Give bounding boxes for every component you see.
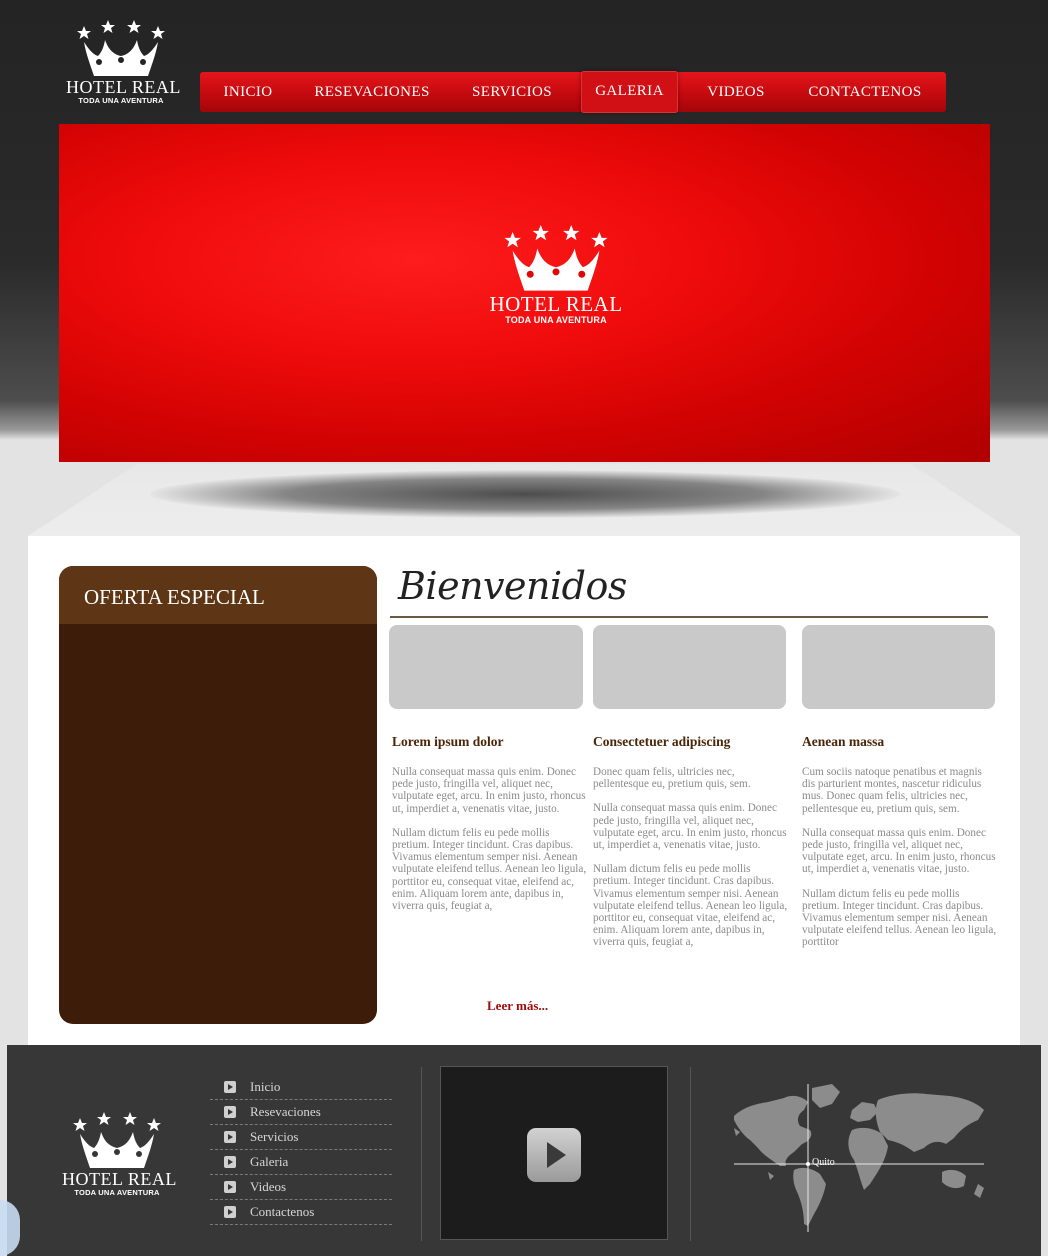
column-title-3: Aenean massa <box>802 734 885 749</box>
footer-brand-tagline: TODA UNA AVENTURA <box>74 1188 160 1197</box>
play-bullet-icon <box>224 1131 236 1143</box>
play-bullet-icon <box>224 1206 236 1218</box>
hero-shadow <box>150 470 900 518</box>
footer-link-contactenos[interactable]: Contactenos <box>210 1200 392 1225</box>
column-title-2: Consectetuer adipiscing <box>593 734 731 749</box>
hero-brand-tagline: TODA UNA AVENTURA <box>505 315 607 325</box>
footer-link-servicios[interactable]: Servicios <box>210 1125 392 1150</box>
welcome-divider <box>390 616 988 618</box>
column-title-1: Lorem ipsum dolor <box>392 734 504 749</box>
footer-brand-name: HOTEL REAL <box>62 1169 177 1189</box>
column-image-1[interactable] <box>389 625 583 709</box>
main-nav: INICIO RESEVACIONES SERVICIOS GALERIA VI… <box>200 71 946 113</box>
crown-icon <box>73 1112 161 1168</box>
footer-link-label: Galeria <box>250 1154 289 1169</box>
play-bullet-icon <box>224 1156 236 1168</box>
footer-divider <box>690 1067 691 1241</box>
crown-icon <box>77 20 165 76</box>
nav-item-servicios[interactable]: SERVICIOS <box>464 72 560 112</box>
footer-link-resevaciones[interactable]: Resevaciones <box>210 1100 392 1125</box>
column-3-paragraph-3: Nullam dictum felis eu pede mollis preti… <box>802 887 997 949</box>
footer-link-label: Inicio <box>250 1079 281 1094</box>
play-bullet-icon <box>224 1106 236 1118</box>
hero-logo: HOTEL REAL TODA UNA AVENTURA <box>482 225 630 325</box>
column-image-3[interactable] <box>802 625 995 709</box>
nav-item-inicio[interactable]: INICIO <box>214 72 282 112</box>
column-2-paragraph-2: Nulla consequat massa quis enim. Donec p… <box>593 802 787 852</box>
footer-link-inicio[interactable]: Inicio <box>210 1075 392 1100</box>
column-1-paragraph-1: Nulla consequat massa quis enim. Donec p… <box>392 766 586 815</box>
footer-divider <box>421 1067 422 1241</box>
header-logo[interactable]: HOTEL REAL TODA UNA AVENTURA <box>66 20 181 105</box>
nav-item-galeria[interactable]: GALERIA <box>581 71 678 113</box>
special-offer-title: OFERTA ESPECIAL <box>59 566 377 624</box>
footer-logo[interactable]: HOTEL REAL TODA UNA AVENTURA <box>62 1112 177 1197</box>
page: HOTEL REAL TODA UNA AVENTURA INICIO RESE… <box>0 0 1048 1256</box>
footer-link-label: Servicios <box>250 1129 299 1144</box>
play-icon[interactable] <box>527 1128 581 1182</box>
column-3-paragraph-2: Nulla consequat massa quis enim. Donec p… <box>802 826 996 876</box>
footer-link-videos[interactable]: Videos <box>210 1175 392 1200</box>
map-location-label: Quito <box>812 1157 835 1168</box>
column-text-1: Nulla consequat massa quis enim. Donec p… <box>392 766 587 924</box>
brand-name: HOTEL REAL <box>66 77 181 97</box>
column-2-paragraph-1: Donec quam felis, ultricies nec, pellent… <box>593 766 751 791</box>
footer-link-label: Contactenos <box>250 1204 315 1219</box>
column-image-2[interactable] <box>593 625 786 709</box>
column-2-paragraph-3: Nullam dictum felis eu pede mollis preti… <box>593 863 788 949</box>
read-more-link[interactable]: Leer más... <box>487 998 548 1014</box>
crown-icon <box>504 225 608 291</box>
column-text-2: Donec quam felis, ultricies nec, pellent… <box>593 766 788 961</box>
column-text-3: Cum sociis natoque penatibus et magnis d… <box>802 766 997 961</box>
footer-nav: Inicio Resevaciones Servicios Galeria Vi… <box>210 1075 392 1225</box>
welcome-title: Bienvenidos <box>398 564 627 608</box>
special-offer-box[interactable]: OFERTA ESPECIAL <box>59 566 377 1024</box>
play-bullet-icon <box>224 1081 236 1093</box>
footer-link-galeria[interactable]: Galeria <box>210 1150 392 1175</box>
nav-item-resevaciones[interactable]: RESEVACIONES <box>310 72 434 112</box>
hero-brand-name: HOTEL REAL <box>489 292 623 316</box>
brand-tagline: TODA UNA AVENTURA <box>78 96 164 105</box>
footer-link-label: Videos <box>250 1179 287 1194</box>
nav-item-contactenos[interactable]: CONTACTENOS <box>800 72 930 112</box>
column-1-paragraph-2: Nullam dictum felis eu pede mollis preti… <box>392 826 587 913</box>
nav-item-videos[interactable]: VIDEOS <box>697 72 775 112</box>
world-map-icon[interactable] <box>728 1080 990 1234</box>
footer-link-label: Resevaciones <box>250 1104 321 1119</box>
play-bullet-icon <box>224 1181 236 1193</box>
column-3-paragraph-1: Cum sociis natoque penatibus et magnis d… <box>802 766 982 815</box>
